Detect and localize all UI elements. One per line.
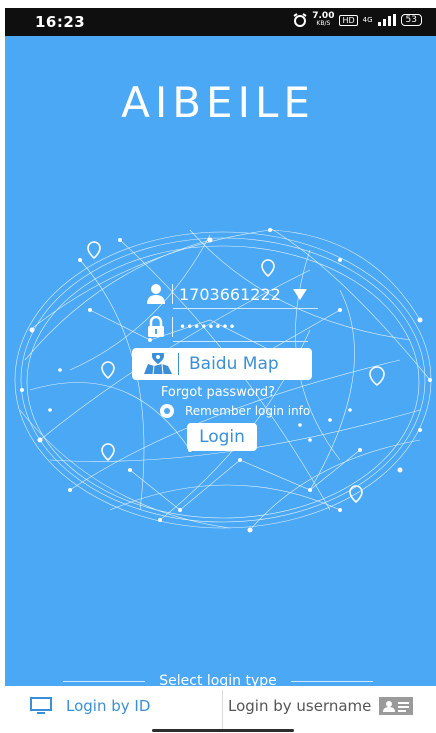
remember-login-toggle[interactable]: Remember login info — [160, 404, 310, 418]
account-field[interactable]: 1703661222 — [146, 282, 318, 309]
tab-divider — [222, 690, 223, 732]
map-button-separator — [178, 353, 179, 375]
id-card-icon — [379, 697, 414, 715]
account-underline — [173, 308, 318, 309]
network-speed-value: 7.00 — [312, 11, 335, 21]
battery-indicator: 53 — [400, 14, 422, 26]
hd-badge: HD — [339, 14, 358, 26]
app-screen: 16:23 7.00 KB/S HD 4G 53 AIBEILE 1703661… — [0, 0, 436, 733]
password-field[interactable]: •••••••• — [146, 315, 308, 342]
user-icon — [147, 284, 165, 304]
tab-login-by-id[interactable]: Login by ID — [30, 697, 150, 715]
password-underline — [173, 341, 308, 342]
login-type-line-right — [290, 680, 373, 682]
tab-login-by-username-label: Login by username — [228, 697, 372, 715]
account-field-separator — [172, 284, 173, 304]
lock-icon — [148, 316, 164, 337]
password-input[interactable]: •••••••• — [179, 320, 236, 334]
password-field-separator — [172, 317, 173, 337]
tab-login-by-username[interactable]: Login by username — [228, 697, 414, 715]
remember-login-label: Remember login info — [185, 404, 311, 418]
signal-icon — [377, 14, 396, 26]
map-icon — [144, 353, 172, 375]
baidu-map-button[interactable]: Baidu Map — [132, 348, 312, 380]
monitor-icon — [30, 697, 52, 714]
status-bar: 16:23 7.00 KB/S HD 4G 53 — [5, 8, 436, 36]
account-input[interactable]: 1703661222 — [179, 285, 281, 304]
signal-label: 4G — [362, 16, 373, 24]
alarm-icon — [293, 13, 307, 27]
status-icons: 7.00 KB/S HD 4G 53 — [293, 12, 422, 28]
account-dropdown-icon[interactable] — [292, 288, 307, 300]
remember-radio[interactable] — [160, 404, 174, 418]
baidu-map-label: Baidu Map — [189, 354, 279, 374]
network-speed: 7.00 KB/S — [312, 12, 334, 28]
app-title: AIBEILE — [121, 78, 315, 127]
login-button[interactable]: Login — [187, 423, 257, 451]
network-globe-graphic — [14, 227, 432, 533]
status-time: 16:23 — [35, 13, 86, 31]
network-speed-unit: KB/S — [316, 20, 331, 27]
forgot-password-link[interactable]: Forgot password? — [0, 385, 436, 400]
tab-login-by-id-label: Login by ID — [66, 697, 151, 715]
home-indicator[interactable] — [152, 729, 294, 732]
login-type-line-left — [63, 680, 146, 682]
